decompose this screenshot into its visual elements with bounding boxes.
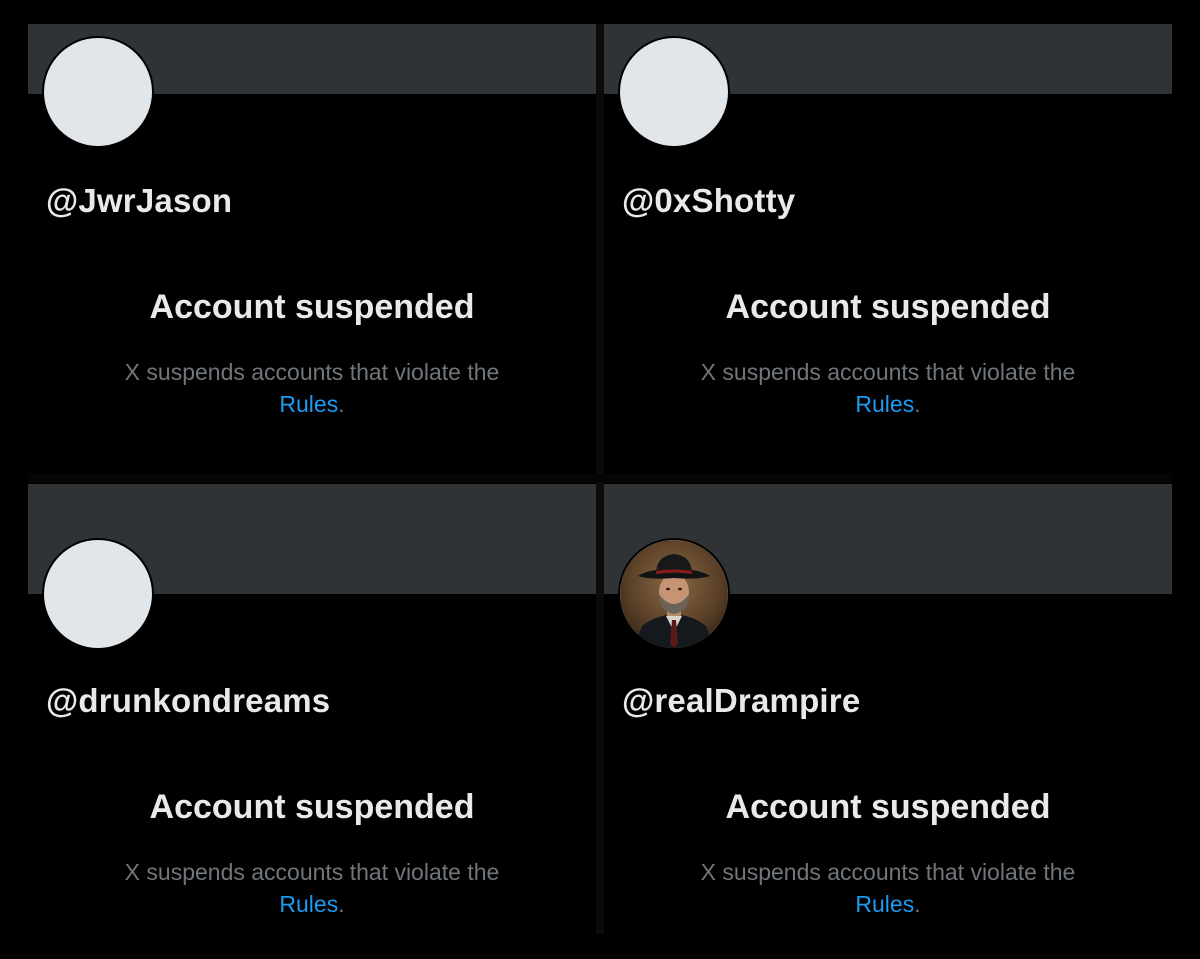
suspended-description: X suspends accounts that violate the Rul… xyxy=(604,356,1172,420)
rules-link[interactable]: Rules xyxy=(279,891,338,917)
suspended-title: Account suspended xyxy=(149,788,475,826)
rules-link[interactable]: Rules xyxy=(855,891,914,917)
suspended-title: Account suspended xyxy=(725,788,1051,826)
profile-card-3: @drunkondreams Account suspended X suspe… xyxy=(28,484,596,934)
period: . xyxy=(338,891,345,917)
profile-card-1: @JwrJason Account suspended X suspends a… xyxy=(28,24,596,474)
rules-line: Rules. xyxy=(28,888,596,920)
suspended-description: X suspends accounts that violate the Rul… xyxy=(28,856,596,920)
rules-line: Rules. xyxy=(28,388,596,420)
profile-handle: @realDrampire xyxy=(622,682,861,719)
suspended-accounts-grid: @JwrJason Account suspended X suspends a… xyxy=(0,0,1200,959)
avatar xyxy=(42,36,154,148)
avatar xyxy=(618,36,730,148)
avatar xyxy=(618,538,730,650)
default-avatar-icon xyxy=(620,38,728,146)
profile-card-4: @realDrampire Account suspended X suspen… xyxy=(604,484,1172,934)
period: . xyxy=(914,891,921,917)
avatar xyxy=(42,538,154,650)
suspended-title: Account suspended xyxy=(149,288,475,326)
profile-photo xyxy=(620,540,728,648)
profile-handle: @drunkondreams xyxy=(46,682,331,719)
suspended-text: X suspends accounts that violate the xyxy=(700,859,1076,885)
default-avatar-icon xyxy=(44,38,152,146)
suspended-text: X suspends accounts that violate the xyxy=(124,359,500,385)
profile-handle: @JwrJason xyxy=(46,182,233,219)
period: . xyxy=(338,391,345,417)
suspended-text: X suspends accounts that violate the xyxy=(124,859,500,885)
suspended-title: Account suspended xyxy=(725,288,1051,326)
rules-line: Rules. xyxy=(604,888,1172,920)
horizontal-divider xyxy=(28,474,1172,482)
suspended-description: X suspends accounts that violate the Rul… xyxy=(604,856,1172,920)
suspended-text: X suspends accounts that violate the xyxy=(700,359,1076,385)
suspended-description: X suspends accounts that violate the Rul… xyxy=(28,356,596,420)
rules-line: Rules. xyxy=(604,388,1172,420)
rules-link[interactable]: Rules xyxy=(855,391,914,417)
cowboy-hat-man-photo-icon xyxy=(620,540,728,648)
rules-link[interactable]: Rules xyxy=(279,391,338,417)
profile-card-2: @0xShotty Account suspended X suspends a… xyxy=(604,24,1172,474)
default-avatar-icon xyxy=(44,540,152,648)
period: . xyxy=(914,391,921,417)
profile-handle: @0xShotty xyxy=(622,182,796,219)
